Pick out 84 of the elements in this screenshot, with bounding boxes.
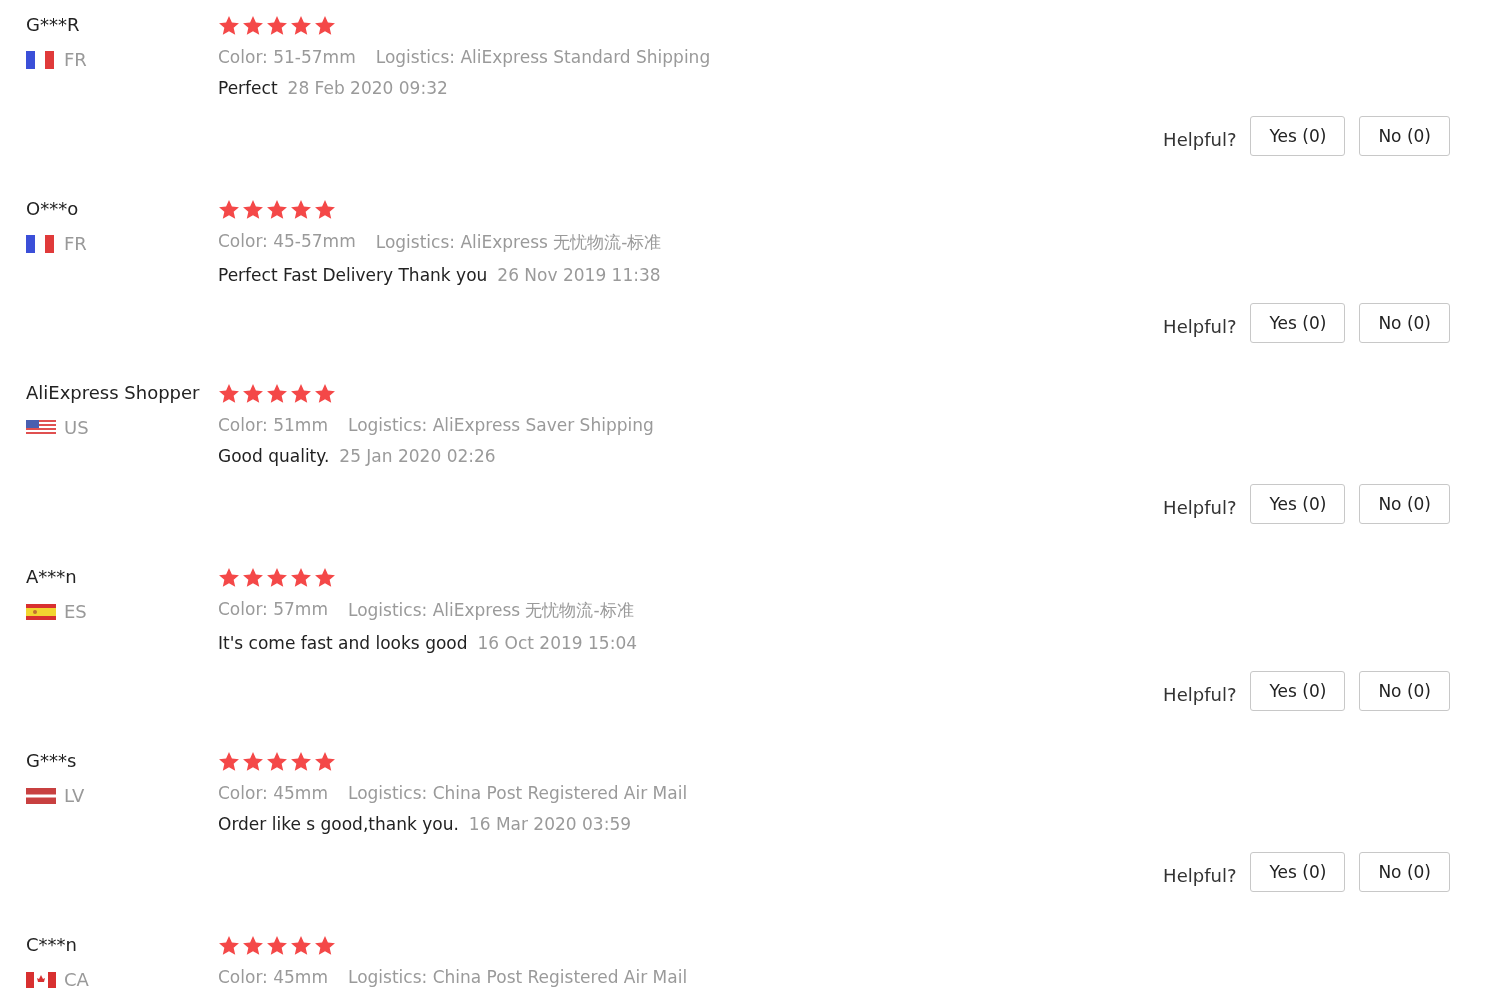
reviewer-name: C***n (26, 934, 78, 955)
star-icon (242, 934, 264, 956)
review-date: 25 Jan 2020 02:26 (339, 446, 496, 466)
helpful-label: Helpful? (1163, 683, 1237, 705)
no-button[interactable]: No (0) (1359, 671, 1450, 711)
helpful-label: Helpful? (1163, 864, 1237, 886)
country-code: US (64, 417, 89, 438)
logistics-info: Logistics: China Post Registered Air Mail (347, 783, 688, 803)
no-button[interactable]: No (0) (1359, 484, 1450, 524)
star-icon (290, 934, 312, 956)
logistics-info: Logistics: AliExpress Saver Shipping (347, 415, 654, 435)
logistics-info: Logistics: AliExpress 无忧物流-标准 (347, 599, 634, 622)
review-date: 26 Nov 2019 11:38 (497, 265, 661, 285)
star-icon (242, 14, 264, 36)
star-icon (218, 382, 240, 404)
star-icon (314, 198, 336, 220)
flag-icon (26, 233, 56, 254)
star-icon (266, 934, 288, 956)
star-icon (266, 198, 288, 220)
country-code: LV (64, 785, 85, 806)
star-icon (314, 382, 336, 404)
star-icon (218, 750, 240, 772)
star-icon (242, 382, 264, 404)
review-date: 28 Feb 2020 09:32 (287, 78, 448, 98)
sku-color: Color: 45mm (218, 783, 328, 803)
review-text: Good quality. (218, 446, 330, 466)
star-icon (242, 198, 264, 220)
no-button[interactable]: No (0) (1359, 116, 1450, 156)
yes-button[interactable]: Yes (0) (1250, 671, 1346, 711)
star-icon (218, 566, 240, 588)
helpful-label: Helpful? (1163, 315, 1237, 337)
sku-color: Color: 45mm (218, 967, 328, 987)
star-icon (290, 14, 312, 36)
star-icon (314, 750, 336, 772)
star-icon (314, 566, 336, 588)
review-date: 16 Mar 2020 03:59 (468, 814, 632, 834)
sku-color: Color: 45-57mm (218, 231, 356, 253)
yes-button[interactable]: Yes (0) (1250, 484, 1346, 524)
reviewer-name: G***s (26, 750, 78, 771)
flag-icon (26, 601, 56, 622)
country-code: FR (64, 233, 87, 254)
reviewer-name: O***o (26, 198, 80, 219)
review-text: It's come fast and looks good (218, 633, 468, 653)
sku-color: Color: 51mm (218, 415, 328, 435)
reviewer-name: AliExpress Shopper (26, 382, 201, 403)
logistics-info: Logistics: AliExpress 无忧物流-标准 (375, 231, 662, 254)
review-date: 16 Oct 2019 15:04 (477, 633, 637, 653)
logistics-info: Logistics: China Post Registered Air Mail (347, 967, 688, 987)
sku-color: Color: 57mm (218, 599, 328, 621)
star-icon (266, 382, 288, 404)
star-icon (218, 934, 240, 956)
star-icon (242, 750, 264, 772)
star-icon (314, 934, 336, 956)
reviewer-name: G***R (26, 14, 81, 35)
logistics-info: Logistics: AliExpress Standard Shipping (375, 47, 711, 67)
star-icon (314, 14, 336, 36)
country-code: CA (64, 969, 89, 990)
star-icon (290, 198, 312, 220)
review-text: Perfect Fast Delivery Thank you (218, 265, 488, 285)
star-icon (242, 566, 264, 588)
reviewer-name: A***n (26, 566, 78, 587)
helpful-label: Helpful? (1163, 128, 1237, 150)
flag-icon (26, 969, 56, 990)
country-code: ES (64, 601, 87, 622)
star-icon (290, 750, 312, 772)
flag-icon (26, 49, 56, 70)
star-icon (290, 566, 312, 588)
no-button[interactable]: No (0) (1359, 852, 1450, 892)
yes-button[interactable]: Yes (0) (1250, 303, 1346, 343)
star-icon (266, 566, 288, 588)
star-icon (266, 14, 288, 36)
helpful-label: Helpful? (1163, 496, 1237, 518)
no-button[interactable]: No (0) (1359, 303, 1450, 343)
sku-color: Color: 51-57mm (218, 47, 356, 67)
yes-button[interactable]: Yes (0) (1250, 116, 1346, 156)
flag-icon (26, 785, 56, 806)
star-icon (266, 750, 288, 772)
review-text: Perfect (218, 78, 278, 98)
review-text: Order like s good,thank you. (218, 814, 459, 834)
star-icon (218, 198, 240, 220)
country-code: FR (64, 49, 87, 70)
star-icon (218, 14, 240, 36)
yes-button[interactable]: Yes (0) (1250, 852, 1346, 892)
star-icon (290, 382, 312, 404)
